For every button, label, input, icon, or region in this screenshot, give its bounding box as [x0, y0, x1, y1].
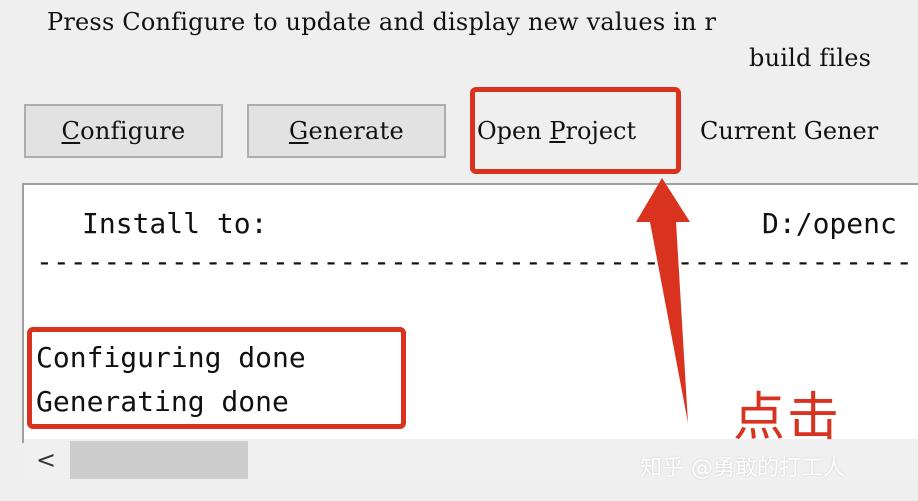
scroll-thumb[interactable] [70, 441, 248, 479]
highlight-log-lines [27, 327, 406, 429]
scroll-left-arrow-icon[interactable]: < [24, 439, 68, 481]
highlight-open-project [470, 87, 681, 174]
separator-line: ----------------------------------------… [36, 245, 913, 278]
info-text-line-2: build files [749, 44, 872, 72]
configure-mnemonic: C [61, 117, 81, 145]
generate-mnemonic: G [288, 117, 309, 145]
configure-button[interactable]: Configure [24, 104, 223, 158]
current-generator-label: Current Gener [700, 117, 879, 145]
generate-button[interactable]: Generate [247, 104, 446, 158]
configure-label: onfigure [80, 117, 186, 145]
click-annotation: 点击 [733, 388, 842, 448]
watermark: 知乎 @勇敢的打工人 [640, 456, 845, 481]
cmake-gui-window: Press Configure to update and display ne… [0, 0, 918, 501]
install-to-label: Install to: [82, 207, 268, 240]
info-text-line-1: Press Configure to update and display ne… [47, 8, 717, 36]
install-path-value: D:/openc [762, 207, 897, 240]
generate-label: enerate [308, 117, 405, 145]
